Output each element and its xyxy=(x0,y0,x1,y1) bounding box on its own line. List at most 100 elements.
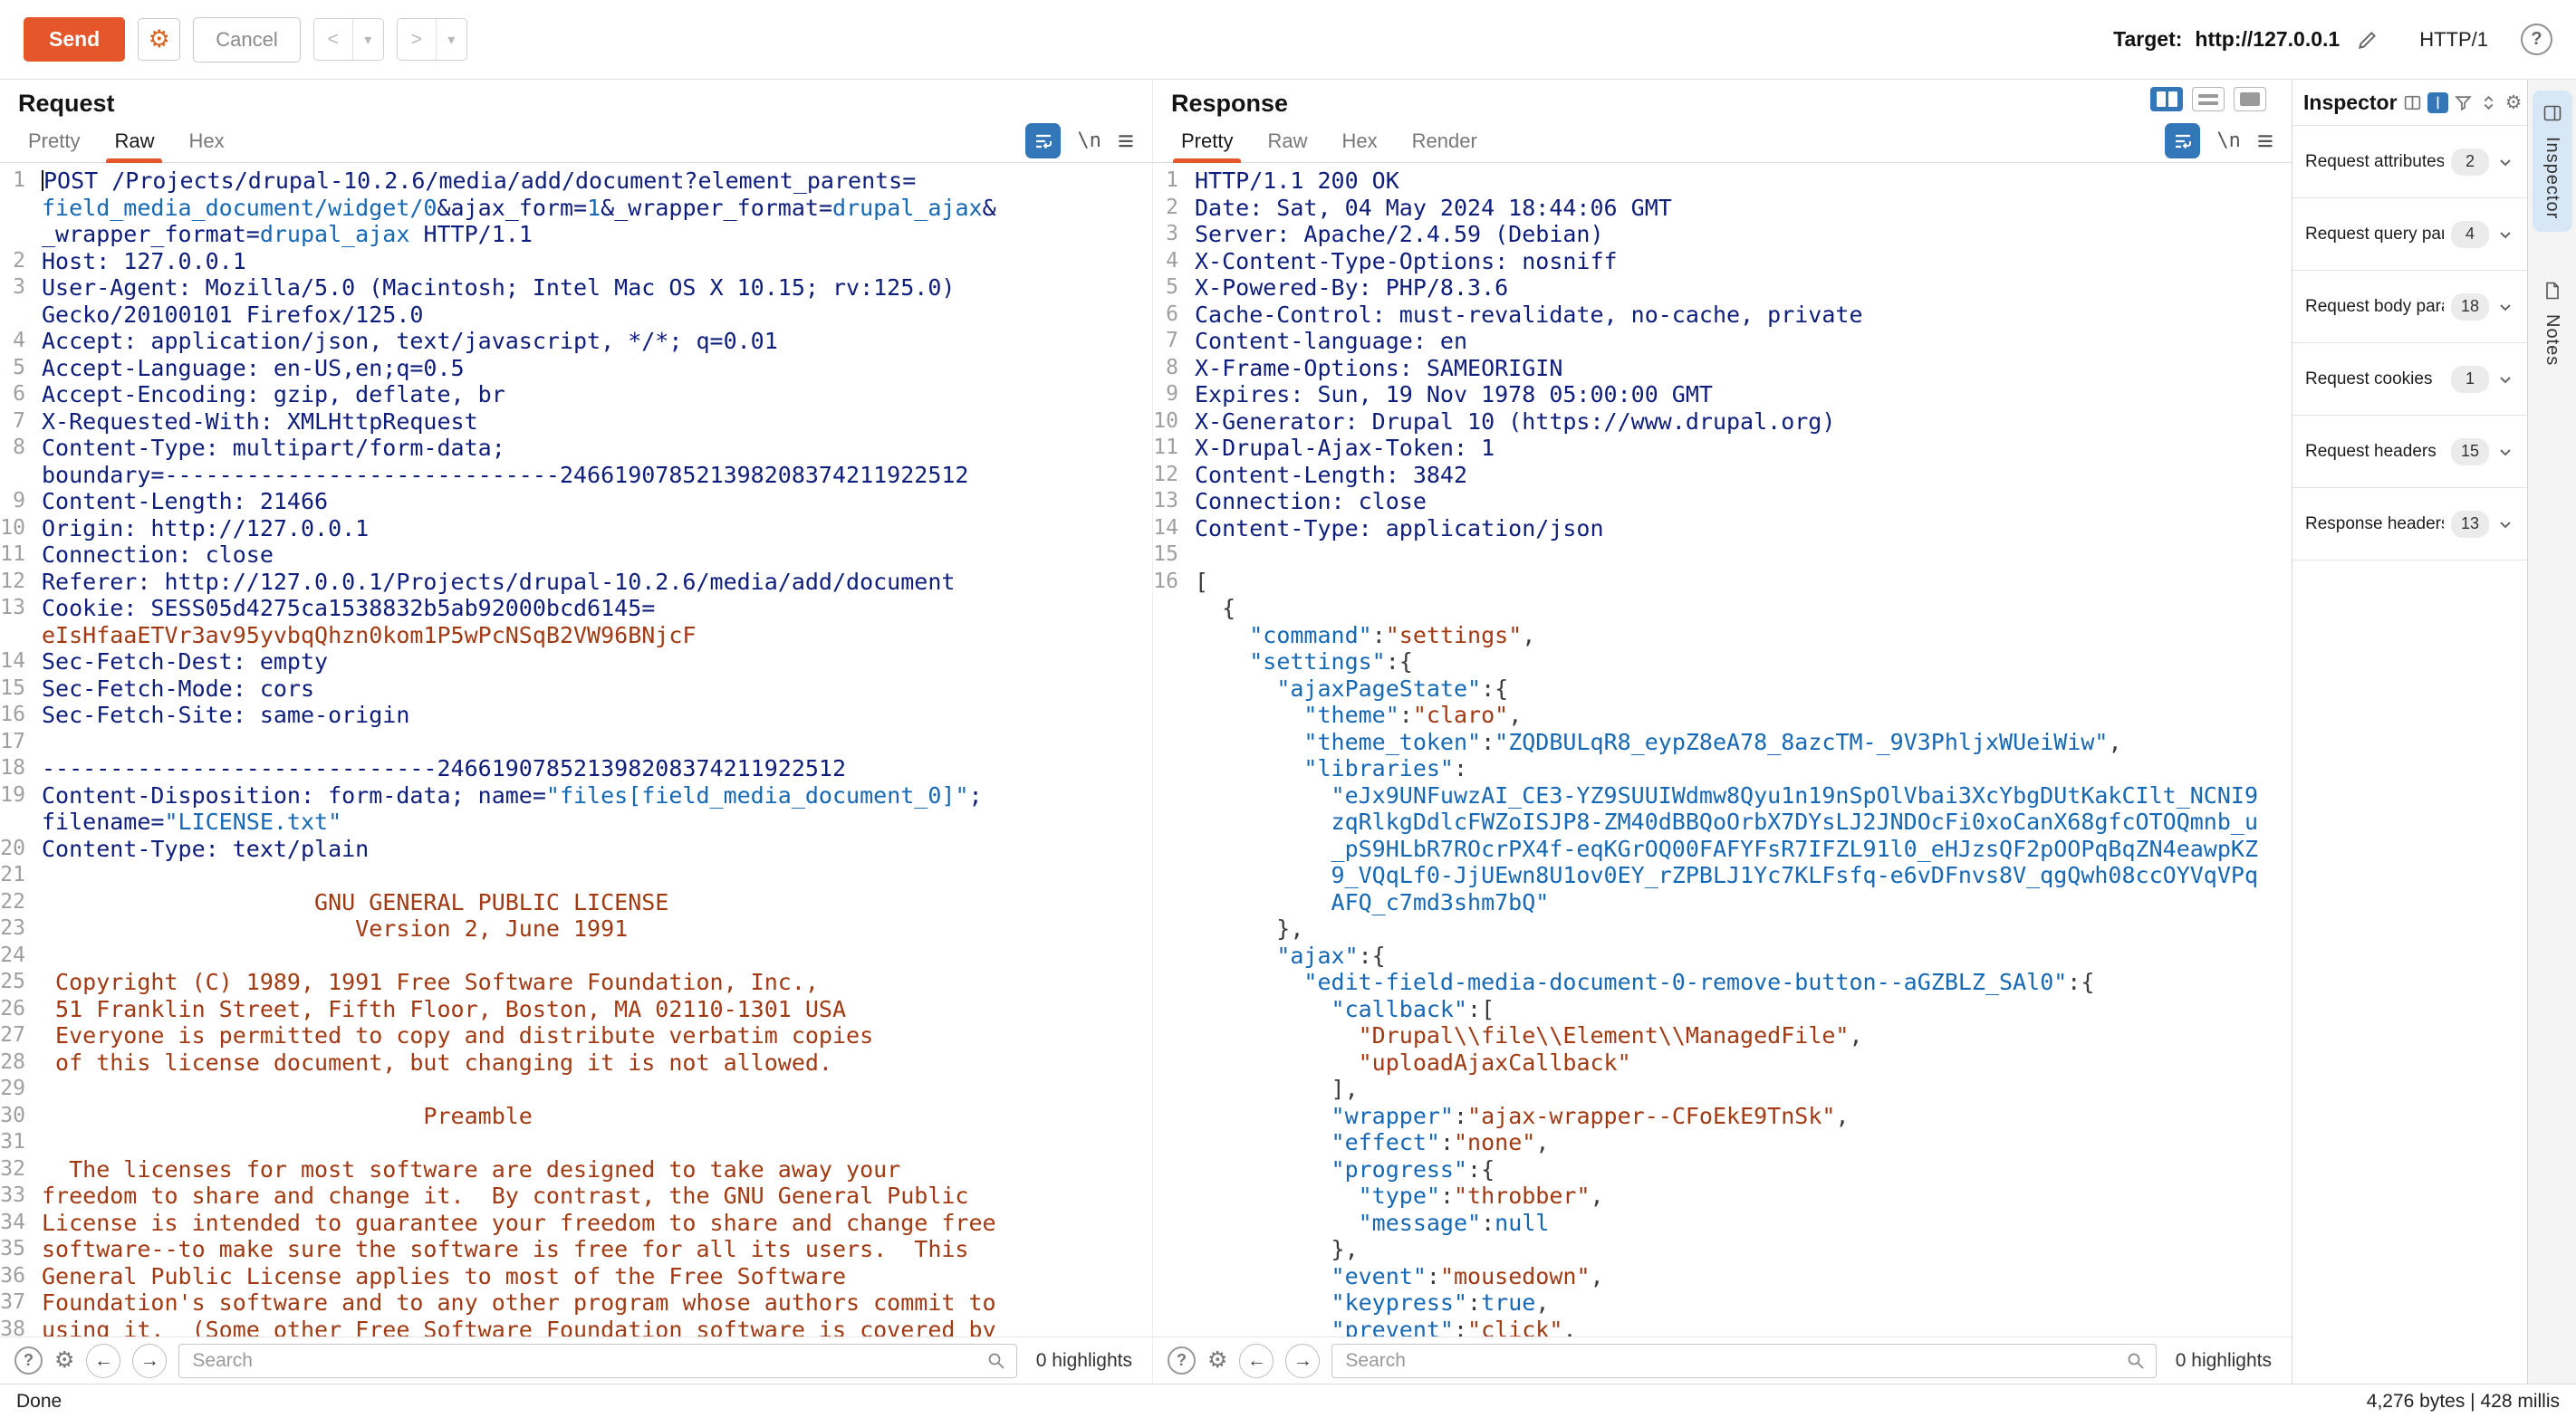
inspector-section-request-headers[interactable]: Request headers 15 xyxy=(2292,416,2527,488)
line-number: 3 xyxy=(0,274,42,302)
response-tab-icons: \n ≡ xyxy=(2165,120,2281,162)
line-number: 14 xyxy=(0,648,42,675)
line-number: 37 xyxy=(0,1289,42,1317)
code-line: 9_VQqLf0-JjUEwn8U1ov0EY_rZPBLJ1Yc7KLFsfq… xyxy=(1153,862,2292,889)
code-line: 2Date: Sat, 04 May 2024 18:44:06 GMT xyxy=(1153,195,2292,222)
response-tab-pretty[interactable]: Pretty xyxy=(1164,120,1250,162)
code-line: 24 xyxy=(0,943,1152,970)
inspector-view-columns-icon[interactable] xyxy=(2402,92,2423,113)
wrap-lines-icon[interactable] xyxy=(1025,123,1061,158)
code-line: 10Origin: http://127.0.0.1 xyxy=(0,515,1152,542)
inspector-panel-icon xyxy=(2542,103,2562,128)
line-number: 5 xyxy=(0,355,42,382)
help-icon[interactable]: ? xyxy=(2521,24,2552,55)
search-help-icon[interactable]: ? xyxy=(14,1346,43,1375)
notes-icon xyxy=(2542,281,2562,305)
show-nonprintable-button[interactable]: \n xyxy=(1077,129,1101,152)
code-line: 4X-Content-Type-Options: nosniff xyxy=(1153,248,2292,275)
line-number: 18 xyxy=(0,755,42,782)
send-button[interactable]: Send xyxy=(24,17,125,62)
side-tab-notes[interactable]: Notes xyxy=(2533,268,2572,378)
code-line: "keypress":true, xyxy=(1153,1289,2292,1317)
search-prev-button[interactable]: ← xyxy=(1239,1344,1274,1378)
code-line: 25 Copyright (C) 1989, 1991 Free Softwar… xyxy=(0,969,1152,996)
inspector-section-request-cookies[interactable]: Request cookies 1 xyxy=(2292,343,2527,416)
code-line: boundary=-----------------------------24… xyxy=(0,462,1152,489)
request-tab-raw[interactable]: Raw xyxy=(97,120,171,162)
search-prev-button[interactable]: ← xyxy=(86,1344,120,1378)
history-forward-button[interactable]: > xyxy=(398,19,436,60)
line-number: 9 xyxy=(0,488,42,515)
side-tab-inspector[interactable]: Inspector xyxy=(2533,91,2572,232)
response-editor[interactable]: 1HTTP/1.1 200 OK2Date: Sat, 04 May 2024 … xyxy=(1153,163,2292,1337)
line-number xyxy=(1153,915,1195,943)
code-line: 17 xyxy=(0,729,1152,756)
layout-columns-icon[interactable] xyxy=(2150,87,2183,111)
request-tab-pretty[interactable]: Pretty xyxy=(11,120,97,162)
inspector-settings-icon[interactable]: ⚙ xyxy=(2504,92,2524,113)
side-tab-strip: Inspector Notes xyxy=(2527,80,2576,1384)
search-next-button[interactable]: → xyxy=(1285,1344,1320,1378)
line-number: 10 xyxy=(0,515,42,542)
code-line: 6Accept-Encoding: gzip, deflate, br xyxy=(0,381,1152,408)
inspector-section-body-parameters[interactable]: Request body parameters 18 xyxy=(2292,271,2527,343)
search-input-wrap xyxy=(178,1344,1016,1378)
code-line: "edit-field-media-document-0-remove-butt… xyxy=(1153,969,2292,996)
line-number xyxy=(1153,1183,1195,1210)
cancel-button[interactable]: Cancel xyxy=(193,17,300,62)
request-panel: Request Pretty Raw Hex \n ≡ 1POST /Proje… xyxy=(0,80,1152,1384)
code-line: "ajax":{ xyxy=(1153,943,2292,970)
inspector-view-split-icon[interactable] xyxy=(2427,92,2448,113)
edit-target-icon[interactable] xyxy=(2356,28,2379,52)
code-line: 15 xyxy=(1153,541,2292,569)
line-number: 20 xyxy=(0,836,42,863)
line-number: 15 xyxy=(1153,541,1195,569)
code-line: "command":"settings", xyxy=(1153,622,2292,649)
request-tab-hex[interactable]: Hex xyxy=(171,120,241,162)
code-line: 8Content-Type: multipart/form-data; xyxy=(0,435,1152,462)
show-nonprintable-button[interactable]: \n xyxy=(2216,129,2241,152)
history-back-button[interactable]: < xyxy=(314,19,352,60)
code-line: 14Content-Type: application/json xyxy=(1153,515,2292,542)
line-number: 29 xyxy=(0,1076,42,1103)
expand-collapse-all-icon[interactable] xyxy=(2478,92,2499,113)
layout-rows-icon[interactable] xyxy=(2192,87,2225,111)
inspector-section-request-attributes[interactable]: Request attributes 2 xyxy=(2292,126,2527,198)
section-count-badge: 13 xyxy=(2451,511,2489,538)
line-number: 32 xyxy=(0,1156,42,1183)
layout-single-icon[interactable] xyxy=(2234,87,2266,111)
request-editor[interactable]: 1POST /Projects/drupal-10.2.6/media/add/… xyxy=(0,163,1152,1337)
target-label: Target: xyxy=(2113,27,2182,52)
code-line: "uploadAjaxCallback" xyxy=(1153,1049,2292,1077)
request-menu-icon[interactable]: ≡ xyxy=(1118,127,1134,155)
http-version-toggle[interactable]: HTTP/1 xyxy=(2419,28,2488,52)
inspector-section-response-headers[interactable]: Response headers 13 xyxy=(2292,488,2527,560)
response-tab-render[interactable]: Render xyxy=(1395,120,1495,162)
search-help-icon[interactable]: ? xyxy=(1168,1346,1196,1375)
code-line: 16Sec-Fetch-Site: same-origin xyxy=(0,702,1152,729)
code-line: "settings":{ xyxy=(1153,648,2292,675)
send-settings-button[interactable]: ⚙ xyxy=(138,18,180,61)
request-search-input[interactable] xyxy=(178,1344,1016,1378)
code-line: 6Cache-Control: must-revalidate, no-cach… xyxy=(1153,302,2292,329)
response-tab-raw[interactable]: Raw xyxy=(1250,120,1324,162)
line-number: 24 xyxy=(0,943,42,970)
response-menu-icon[interactable]: ≡ xyxy=(2257,127,2273,155)
response-tab-hex[interactable]: Hex xyxy=(1324,120,1394,162)
code-line: 28 of this license document, but changin… xyxy=(0,1049,1152,1077)
search-icon xyxy=(2126,1351,2146,1375)
code-line: 9Expires: Sun, 19 Nov 1978 05:00:00 GMT xyxy=(1153,381,2292,408)
code-line: 27 Everyone is permitted to copy and dis… xyxy=(0,1022,1152,1049)
code-line: "eJx9UNFuwzAI_CE3-YZ9SUUIWdmw8Qyu1n19nSp… xyxy=(1153,782,2292,810)
response-title: Response xyxy=(1171,90,1288,118)
history-back-dropdown[interactable]: ▾ xyxy=(352,19,383,60)
response-search-input[interactable] xyxy=(1331,1344,2156,1378)
search-settings-icon[interactable]: ⚙ xyxy=(54,1349,74,1372)
history-forward-dropdown[interactable]: ▾ xyxy=(436,19,466,60)
wrap-lines-icon[interactable] xyxy=(2165,123,2200,158)
line-number xyxy=(0,302,42,329)
search-next-button[interactable]: → xyxy=(132,1344,167,1378)
search-settings-icon[interactable]: ⚙ xyxy=(1207,1349,1227,1372)
inspector-section-query-parameters[interactable]: Request query parameters 4 xyxy=(2292,198,2527,271)
filter-icon[interactable] xyxy=(2453,92,2474,113)
